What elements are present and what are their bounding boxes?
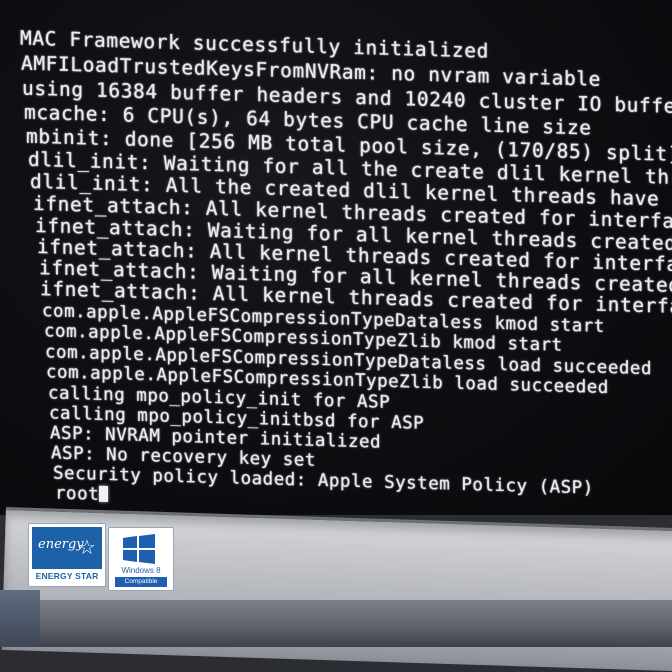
star-icon: ☆ xyxy=(78,535,96,559)
energy-script-text: energy xyxy=(38,537,84,552)
windows-logo-icon xyxy=(123,534,155,564)
console-prompt-text: root xyxy=(55,483,100,505)
text-cursor xyxy=(99,485,109,503)
windows-sticker: Windows 8 Compatible xyxy=(108,527,174,591)
energy-star-label: ENERGY STAR xyxy=(35,571,99,581)
windows-name: Windows 8 xyxy=(121,566,161,575)
monitor-bezel-edge xyxy=(0,600,672,647)
boot-console: MAC Framework successfully initialized A… xyxy=(0,0,672,505)
energy-star-sticker: energy ☆ ENERGY STAR xyxy=(28,523,106,587)
energy-star-logo: energy ☆ xyxy=(32,527,102,569)
background-surface xyxy=(0,590,40,647)
monitor-screen: MAC Framework successfully initialized A… xyxy=(0,0,672,515)
console-line: Security policy loaded: Apple System Pol… xyxy=(53,463,594,499)
console-prompt-line: root xyxy=(55,483,109,506)
windows-compatible-badge: Compatible xyxy=(115,577,167,587)
